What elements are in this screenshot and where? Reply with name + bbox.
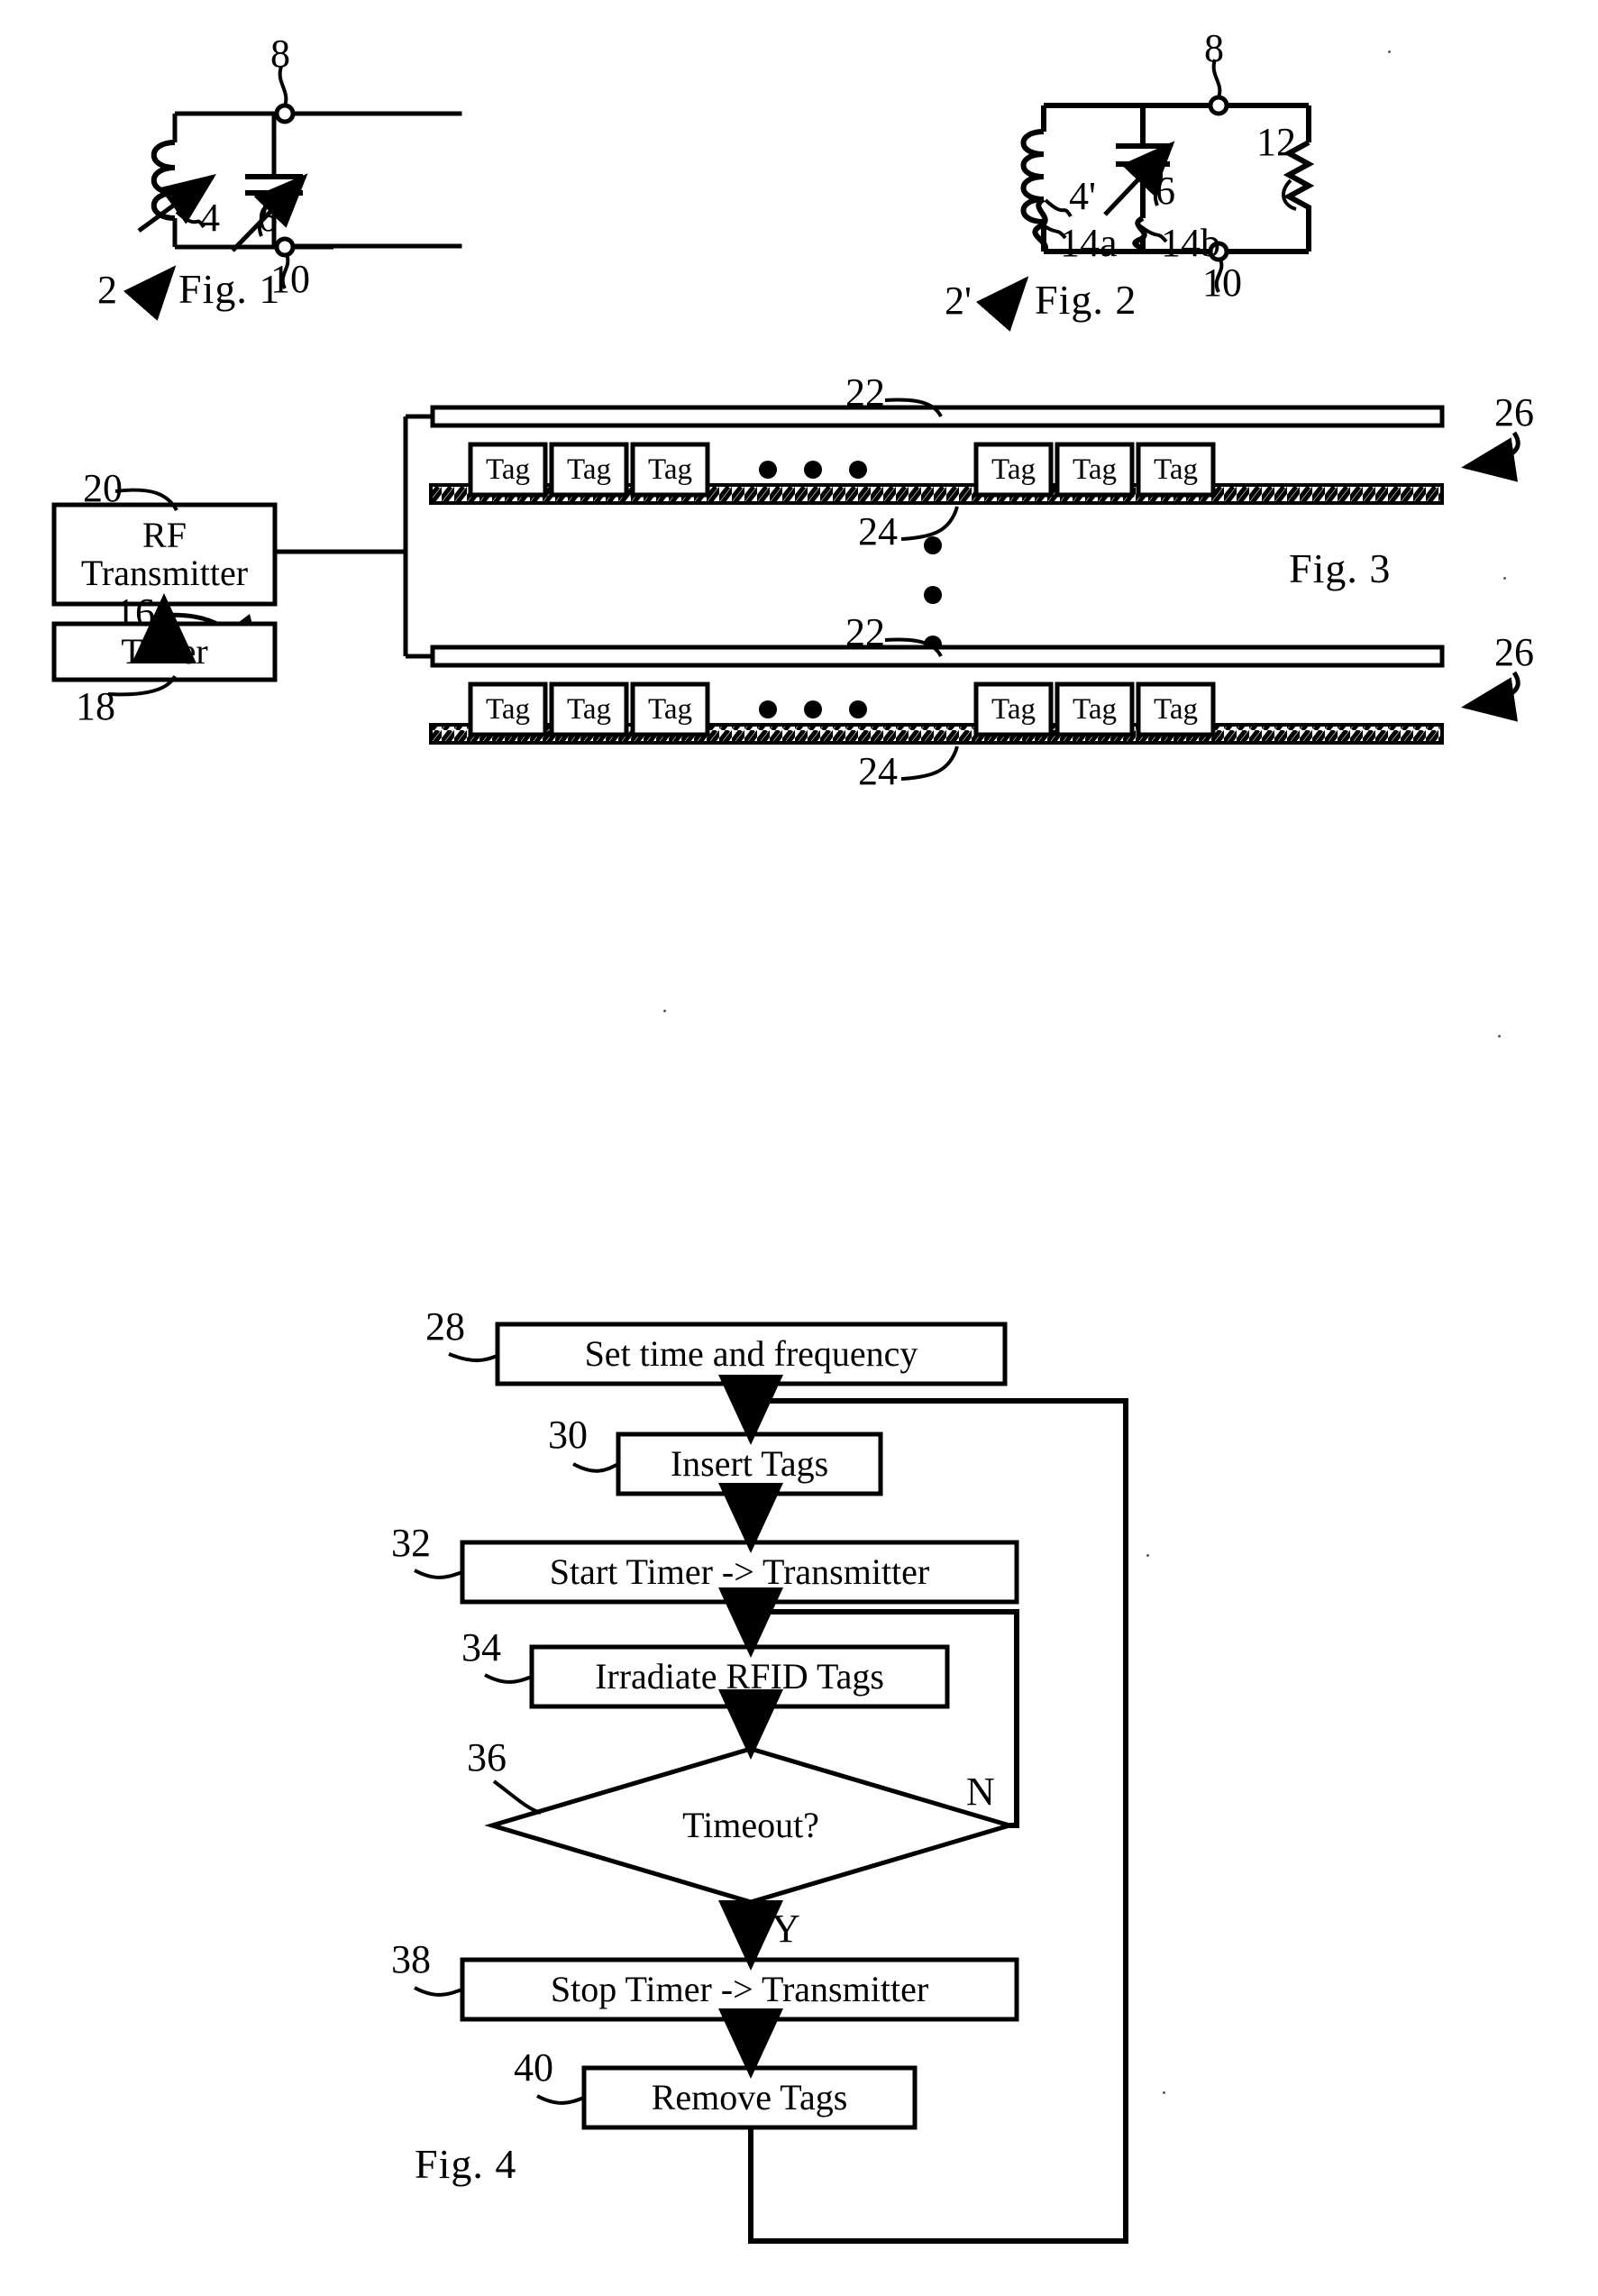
fig4-ref-32: 32 [391, 1521, 431, 1565]
fig3-rf-transmitter-label: RF Transmitter [54, 505, 275, 604]
fig3-row1-ref-24: 24 [858, 509, 898, 553]
fig1-circuit [271, 111, 462, 249]
fig3-row2-ellipsis-dots [759, 700, 867, 718]
fig3-rf-transmitter-line2: Transmitter [80, 553, 249, 593]
fig4-leader-38 [414, 1986, 463, 1997]
fig3-tag-label: Tag [1153, 453, 1198, 486]
fig1-ref-8: 8 [270, 32, 290, 76]
fig1-ref-6: 6 [258, 196, 278, 240]
fig3-row1-ref-22: 22 [845, 370, 885, 415]
fig1-ref-4: 4 [200, 196, 220, 240]
fig4-ref-30: 30 [548, 1413, 588, 1457]
fig2-ref-12: 12 [1256, 120, 1296, 164]
fig2-inductor-symbol [1020, 129, 1045, 224]
fig2-capacitor-symbol [1116, 143, 1170, 167]
fig3-tag-label: Tag [647, 692, 692, 726]
scan-speck [1146, 1554, 1149, 1557]
fig1-assembly-pointer [123, 265, 177, 321]
fig4-step-set-time-and-frequency[interactable]: Set time and frequency [498, 1324, 1005, 1384]
fig2-caption: Fig. 2 [1035, 277, 1137, 323]
fig4-caption: Fig. 4 [415, 2141, 517, 2187]
fig2-fuse-14a-symbol [1032, 197, 1048, 254]
fig3-row2-ref-22: 22 [845, 610, 885, 654]
fig3-row1-leader-22 [884, 398, 943, 418]
fig2-leader-4prime [1044, 198, 1073, 218]
fig4-leader-32 [414, 1569, 463, 1579]
scan-speck [1503, 577, 1506, 580]
fig4-step-irradiate-rfid-tags[interactable]: Irradiate RFID Tags [532, 1647, 947, 1706]
scan-speck [1388, 50, 1391, 53]
fig4-ref-36: 36 [467, 1735, 507, 1779]
fig4-ref-28: 28 [425, 1304, 465, 1349]
fig3-tag-label: Tag [566, 453, 611, 486]
fig3-tag-label: Tag [991, 453, 1036, 486]
fig3-tag-label: Tag [485, 692, 530, 726]
fig3-tag-label: Tag [1072, 453, 1117, 486]
fig3-tag-label: Tag [991, 692, 1036, 726]
fig3-row2-leader-24 [900, 746, 959, 781]
fig2-ref-10: 10 [1202, 261, 1242, 305]
scan-speck [1498, 1035, 1501, 1038]
fig3-tag-label: Tag [1072, 692, 1117, 726]
fig4-leader-30 [572, 1462, 619, 1473]
fig3-row2-leader-22 [884, 637, 943, 658]
fig2-ref-14b: 14b [1161, 221, 1220, 265]
fig3-timer-label: Timer [121, 631, 208, 672]
fig2-assembly-ref: 2' [945, 279, 972, 323]
fig3-tag-label: Tag [647, 453, 692, 486]
fig1-terminal-8 [274, 103, 296, 124]
drawing-vector-layer [51, 59, 1520, 2244]
fig2-ref-6: 6 [1155, 169, 1175, 213]
fig3-conveyor-bar-row2 [430, 645, 1445, 668]
fig4-leader-34 [484, 1673, 533, 1684]
fig4-branch-label-yes: Y [772, 1907, 800, 1951]
fig4-decision-timeout[interactable]: Timeout? [589, 1796, 913, 1855]
fig3-caption: Fig. 3 [1289, 545, 1392, 591]
fig2-assembly-pointer [975, 276, 1029, 332]
fig3-row2-ref-arrow [1461, 671, 1520, 722]
fig4-leader-28 [448, 1352, 498, 1362]
fig1-assembly-ref: 2 [97, 268, 117, 312]
fig2-leader-12 [1282, 178, 1297, 211]
fig3-vertical-ellipsis [924, 536, 942, 654]
fig4-leader-36 [492, 1779, 542, 1815]
fig3-row1-leader-24 [900, 506, 959, 541]
fig4-step-stop-timer[interactable]: Stop Timer -> Transmitter [462, 1960, 1017, 2019]
fig3-rf-transmitter-line1: RF [142, 515, 187, 555]
fig4-leader-40 [536, 2094, 585, 2105]
fig3-conveyor-bar-row1 [430, 405, 1445, 428]
fig3-tag-label: Tag [1153, 692, 1198, 726]
fig2-ref-8: 8 [1204, 26, 1224, 70]
fig1-frame [172, 111, 333, 250]
fig4-ref-40: 40 [514, 2045, 553, 2090]
fig4-branch-label-no: N [966, 1770, 995, 1814]
fig3-row2-ref-26: 26 [1494, 630, 1534, 674]
fig3-feed-bus [275, 414, 433, 659]
fig4-step-insert-tags[interactable]: Insert Tags [618, 1434, 881, 1494]
fig2-ref-14a: 14a [1060, 221, 1118, 265]
fig3-row1-ellipsis-dots [759, 461, 867, 479]
scan-speck [1163, 2091, 1165, 2094]
fig3-row1-ref-26: 26 [1494, 390, 1534, 435]
patent-drawing-sheet: 8 10 4 6 2 Fig. 1 8 10 4' 6 12 14a 14b 2… [0, 0, 1598, 2296]
fig2-ref-4prime: 4' [1069, 174, 1096, 218]
fig4-ref-34: 34 [461, 1625, 501, 1669]
fig3-row2-ref-24: 24 [858, 749, 898, 793]
fig3-tag-label: Tag [566, 692, 611, 726]
fig1-caption: Fig. 1 [178, 266, 281, 312]
fig3-ref-20: 20 [83, 466, 123, 510]
fig1-terminal-10 [274, 236, 296, 258]
fig4-step-start-timer[interactable]: Start Timer -> Transmitter [462, 1542, 1017, 1602]
fig3-ref-18: 18 [76, 684, 115, 728]
fig4-ref-38: 38 [391, 1937, 431, 1981]
fig3-row1-ref-arrow [1461, 431, 1520, 482]
scan-speck [663, 1010, 666, 1012]
fig2-terminal-8 [1208, 95, 1229, 116]
fig4-step-remove-tags[interactable]: Remove Tags [584, 2068, 915, 2127]
fig3-tag-label: Tag [485, 453, 530, 486]
fig2-fuse-14b-symbol [1132, 215, 1147, 253]
fig1-capacitor-symbol [245, 174, 303, 196]
fig1-inductor-symbol [151, 140, 176, 221]
